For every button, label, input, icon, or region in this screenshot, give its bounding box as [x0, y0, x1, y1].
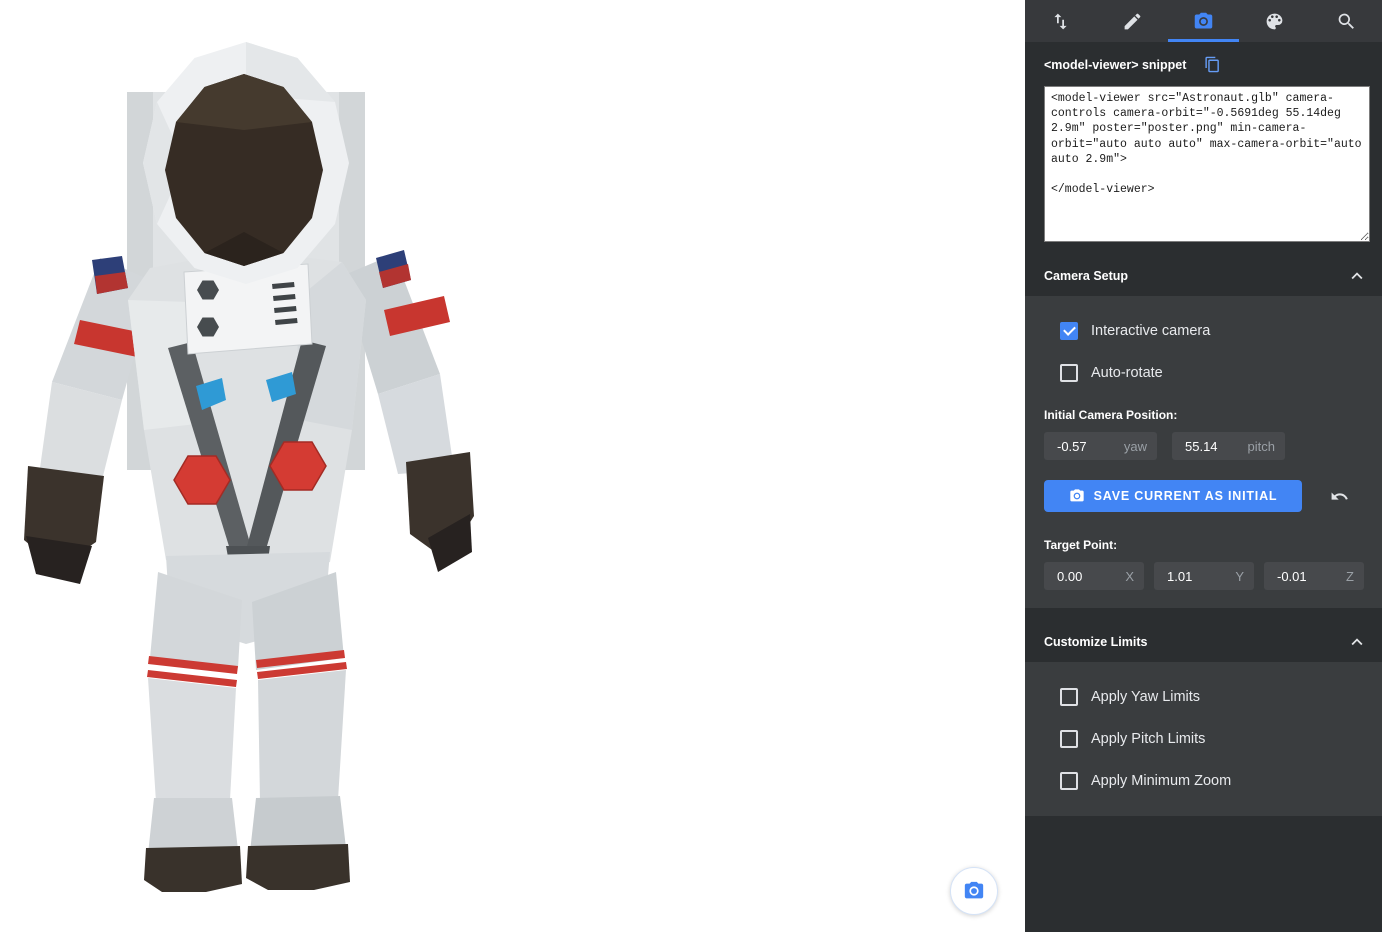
initial-camera-position-label: Initial Camera Position:	[1044, 408, 1382, 422]
auto-rotate-label: Auto-rotate	[1091, 365, 1163, 381]
apply-yaw-limits-row: Apply Yaw Limits	[1060, 688, 1382, 706]
apply-minimum-zoom-checkbox[interactable]	[1060, 772, 1078, 790]
target-y-suffix: Y	[1235, 569, 1244, 584]
tab-inspector[interactable]	[1311, 0, 1382, 42]
undo-icon	[1330, 487, 1349, 506]
camera-icon	[963, 880, 985, 902]
target-y-input[interactable]: 1.01 Y	[1154, 562, 1254, 590]
chevron-up-icon	[1346, 265, 1368, 287]
apply-yaw-limits-checkbox[interactable]	[1060, 688, 1078, 706]
customize-limits-section: Apply Yaw Limits Apply Pitch Limits Appl…	[1025, 662, 1382, 816]
target-z-suffix: Z	[1346, 569, 1354, 584]
tab-materials[interactable]	[1239, 0, 1310, 42]
pitch-input[interactable]: 55.14 pitch	[1172, 432, 1285, 460]
interactive-camera-row: Interactive camera	[1060, 322, 1382, 340]
pitch-suffix: pitch	[1248, 439, 1275, 454]
editor-tab-bar	[1025, 0, 1382, 42]
yaw-suffix: yaw	[1124, 439, 1147, 454]
copy-snippet-button[interactable]	[1204, 56, 1221, 73]
target-x-input[interactable]: 0.00 X	[1044, 562, 1144, 590]
palette-icon	[1264, 11, 1285, 32]
snippet-label: <model-viewer> snippet	[1044, 58, 1186, 72]
apply-minimum-zoom-label: Apply Minimum Zoom	[1091, 773, 1231, 789]
apply-minimum-zoom-row: Apply Minimum Zoom	[1060, 772, 1382, 790]
camera-setup-section: Interactive camera Auto-rotate Initial C…	[1025, 296, 1382, 608]
reset-camera-button[interactable]	[1330, 487, 1349, 506]
customize-limits-title: Customize Limits	[1044, 635, 1346, 649]
interactive-camera-checkbox[interactable]	[1060, 322, 1078, 340]
swap-vert-icon	[1050, 11, 1071, 32]
search-icon	[1336, 11, 1357, 32]
interactive-camera-label: Interactive camera	[1091, 323, 1210, 339]
auto-rotate-row: Auto-rotate	[1060, 364, 1382, 382]
camera-icon	[1069, 488, 1085, 504]
target-x-value: 0.00	[1057, 569, 1082, 584]
target-point-label: Target Point:	[1044, 538, 1382, 552]
camera-setup-title: Camera Setup	[1044, 269, 1346, 283]
apply-pitch-limits-checkbox[interactable]	[1060, 730, 1078, 748]
editor-panel: <model-viewer> snippet <model-viewer src…	[1025, 0, 1382, 932]
astronaut-legs	[144, 552, 350, 892]
copy-icon	[1204, 56, 1221, 73]
apply-pitch-limits-label: Apply Pitch Limits	[1091, 731, 1205, 747]
save-current-as-initial-button[interactable]: SAVE CURRENT AS INITIAL	[1044, 480, 1302, 512]
apply-yaw-limits-label: Apply Yaw Limits	[1091, 689, 1200, 705]
yaw-input[interactable]: -0.57 yaw	[1044, 432, 1157, 460]
customize-limits-header: Customize Limits	[1025, 622, 1382, 662]
camera-setup-header: Camera Setup	[1025, 256, 1382, 296]
customize-limits-collapse-button[interactable]	[1346, 631, 1368, 653]
snippet-code-textarea[interactable]: <model-viewer src="Astronaut.glb" camera…	[1044, 86, 1370, 242]
astronaut-torso	[128, 250, 366, 590]
astronaut-model	[0, 0, 1025, 932]
apply-pitch-limits-row: Apply Pitch Limits	[1060, 730, 1382, 748]
yaw-value: -0.57	[1057, 439, 1087, 454]
screenshot-fab-button[interactable]	[950, 867, 998, 915]
tab-import-export[interactable]	[1025, 0, 1096, 42]
target-y-value: 1.01	[1167, 569, 1192, 584]
pitch-value: 55.14	[1185, 439, 1218, 454]
auto-rotate-checkbox[interactable]	[1060, 364, 1078, 382]
tab-camera[interactable]	[1168, 0, 1239, 42]
target-z-input[interactable]: -0.01 Z	[1264, 562, 1364, 590]
model-viewport[interactable]	[0, 0, 1025, 932]
save-current-as-initial-label: SAVE CURRENT AS INITIAL	[1094, 489, 1278, 503]
camera-icon	[1193, 11, 1214, 32]
camera-setup-collapse-button[interactable]	[1346, 265, 1368, 287]
target-x-suffix: X	[1125, 569, 1134, 584]
tab-edit[interactable]	[1096, 0, 1167, 42]
target-z-value: -0.01	[1277, 569, 1307, 584]
chevron-up-icon	[1346, 631, 1368, 653]
pencil-icon	[1122, 11, 1143, 32]
